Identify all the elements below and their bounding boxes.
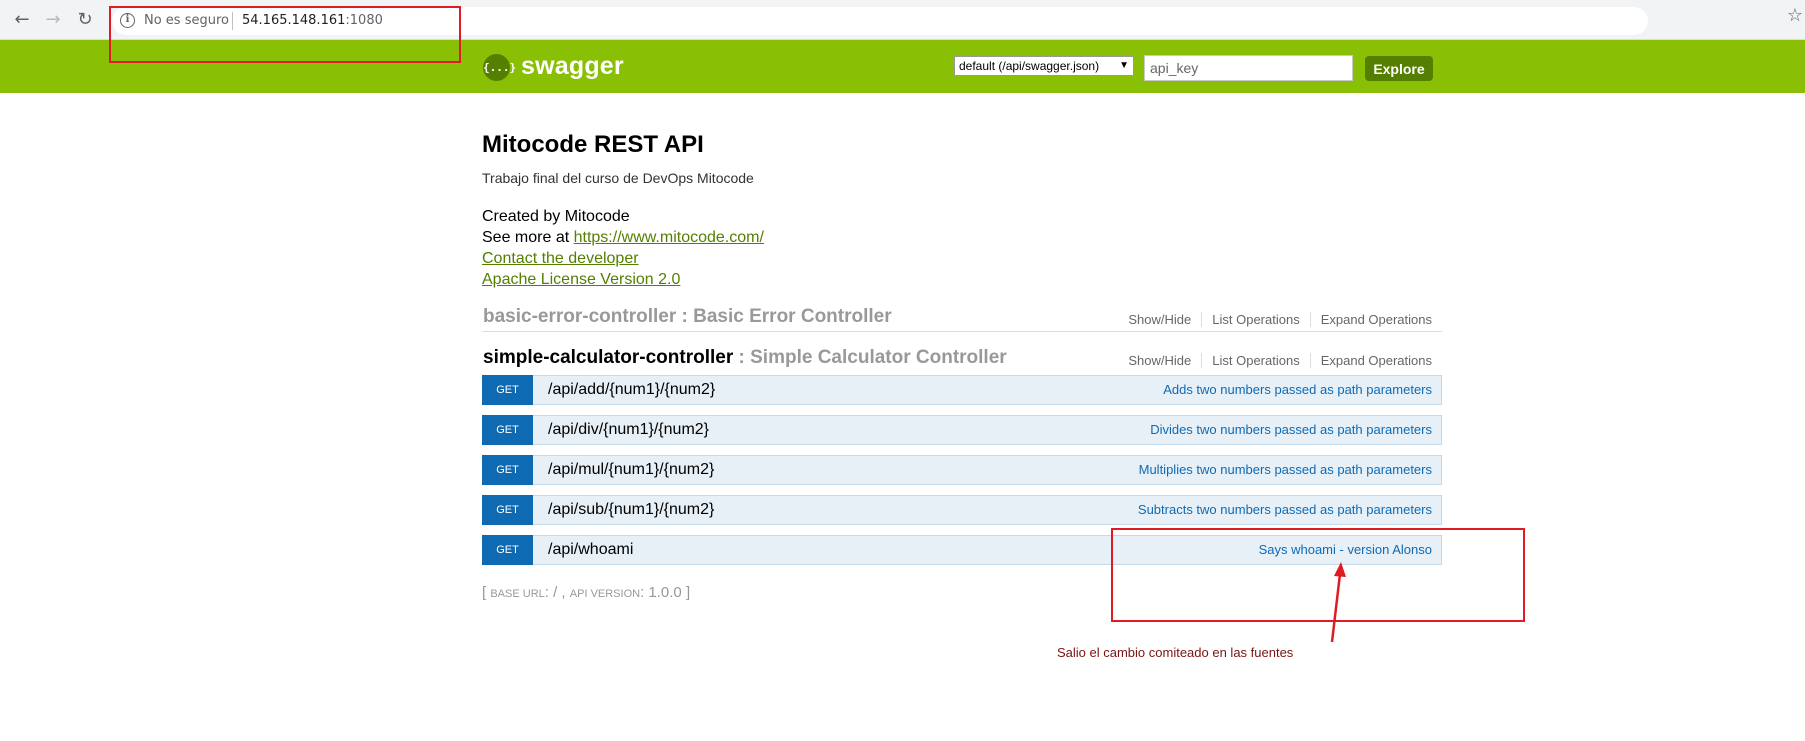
license-link[interactable]: Apache License Version 2.0 xyxy=(482,271,680,288)
operation-path[interactable]: /api/add/{num1}/{num2} xyxy=(548,381,715,399)
api-version-label: api version xyxy=(569,588,641,600)
resource-separator: : xyxy=(676,306,694,327)
contact-developer-link[interactable]: Contact the developer xyxy=(482,250,639,267)
resource-simple-calculator-controller: simple-calculator-controller : Simple Ca… xyxy=(482,343,1442,373)
operation-path[interactable]: /api/div/{num1}/{num2} xyxy=(548,421,709,439)
base-url-value: : / , xyxy=(544,584,570,601)
resource-options: Show/Hide List Operations Expand Operation… xyxy=(1118,353,1442,368)
dropdown-arrow-icon: ▼ xyxy=(1119,60,1129,71)
http-method-badge[interactable]: GET xyxy=(482,415,533,445)
http-method-badge[interactable]: GET xyxy=(482,455,533,485)
swagger-logo-text[interactable]: swagger xyxy=(521,52,624,81)
see-more-line: See more at https://www.mitocode.com/ xyxy=(482,229,764,247)
operation-row-mul[interactable]: GET /api/mul/{num1}/{num2} Multiplies tw… xyxy=(482,455,1442,485)
see-more-prefix: See more at xyxy=(482,229,574,246)
base-url-footer: [ base url: / , api version: 1.0.0 ] xyxy=(482,584,690,601)
http-method-badge[interactable]: GET xyxy=(482,375,533,405)
contact-line: Contact the developer xyxy=(482,250,639,268)
api-title: Mitocode REST API xyxy=(482,131,704,158)
annotation-box-url xyxy=(109,6,461,63)
operation-path[interactable]: /api/mul/{num1}/{num2} xyxy=(548,461,714,479)
resource-heading[interactable]: basic-error-controller : Basic Error Con… xyxy=(483,306,892,328)
created-by: Created by Mitocode xyxy=(482,208,630,225)
operation-summary[interactable]: Divides two numbers passed as path param… xyxy=(1150,422,1432,437)
spec-select[interactable]: default (/api/swagger.json) ▼ xyxy=(954,56,1134,76)
operation-summary[interactable]: Subtracts two numbers passed as path par… xyxy=(1138,502,1432,517)
operation-row-add[interactable]: GET /api/add/{num1}/{num2} Adds two numb… xyxy=(482,375,1442,405)
http-method-badge[interactable]: GET xyxy=(482,535,533,565)
api-description: Trabajo final del curso de DevOps Mitoco… xyxy=(482,170,754,186)
operation-summary[interactable]: Adds two numbers passed as path paramete… xyxy=(1163,382,1432,397)
api-key-input[interactable] xyxy=(1144,55,1353,81)
operation-path[interactable]: /api/whoami xyxy=(548,541,633,559)
resource-name: basic-error-controller xyxy=(483,306,677,327)
swagger-logo-icon[interactable]: {...} xyxy=(483,54,516,81)
resource-description: Simple Calculator Controller xyxy=(750,347,1007,368)
resource-separator: : xyxy=(733,347,751,368)
license-line: Apache License Version 2.0 xyxy=(482,271,680,289)
reload-icon[interactable]: ↻ xyxy=(72,7,98,33)
bookmark-star-icon[interactable]: ☆ xyxy=(1787,5,1803,26)
operation-row-div[interactable]: GET /api/div/{num1}/{num2} Divides two n… xyxy=(482,415,1442,445)
resource-options: Show/Hide List Operations Expand Operation… xyxy=(1118,312,1442,327)
show-hide-link[interactable]: Show/Hide xyxy=(1118,312,1201,327)
annotation-arrow-icon xyxy=(1330,562,1346,643)
list-operations-link[interactable]: List Operations xyxy=(1201,353,1309,368)
show-hide-link[interactable]: Show/Hide xyxy=(1118,353,1201,368)
expand-operations-link[interactable]: Expand Operations xyxy=(1309,353,1442,368)
resource-basic-error-controller: basic-error-controller : Basic Error Con… xyxy=(482,302,1442,332)
explore-button[interactable]: Explore xyxy=(1365,56,1433,81)
annotation-box-whoami xyxy=(1111,528,1525,622)
resource-name: simple-calculator-controller xyxy=(483,347,734,368)
operation-path[interactable]: /api/sub/{num1}/{num2} xyxy=(548,501,714,519)
resource-description: Basic Error Controller xyxy=(693,306,892,327)
api-version-value: : 1.0.0 xyxy=(640,584,682,601)
list-operations-link[interactable]: List Operations xyxy=(1201,312,1309,327)
http-method-badge[interactable]: GET xyxy=(482,495,533,525)
resource-heading[interactable]: simple-calculator-controller : Simple Ca… xyxy=(483,347,1007,369)
website-link[interactable]: https://www.mitocode.com/ xyxy=(574,229,764,246)
back-arrow-icon[interactable]: ← xyxy=(9,7,35,33)
annotation-text: Salio el cambio comiteado en las fuentes xyxy=(1057,645,1294,660)
operation-summary[interactable]: Multiplies two numbers passed as path pa… xyxy=(1139,462,1432,477)
forward-arrow-icon[interactable]: → xyxy=(40,7,66,33)
operation-row-sub[interactable]: GET /api/sub/{num1}/{num2} Subtracts two… xyxy=(482,495,1442,525)
expand-operations-link[interactable]: Expand Operations xyxy=(1309,312,1442,327)
bracket-close: ] xyxy=(681,584,691,601)
spec-select-value: default (/api/swagger.json) xyxy=(959,59,1100,73)
base-url-label: base url xyxy=(490,588,545,600)
